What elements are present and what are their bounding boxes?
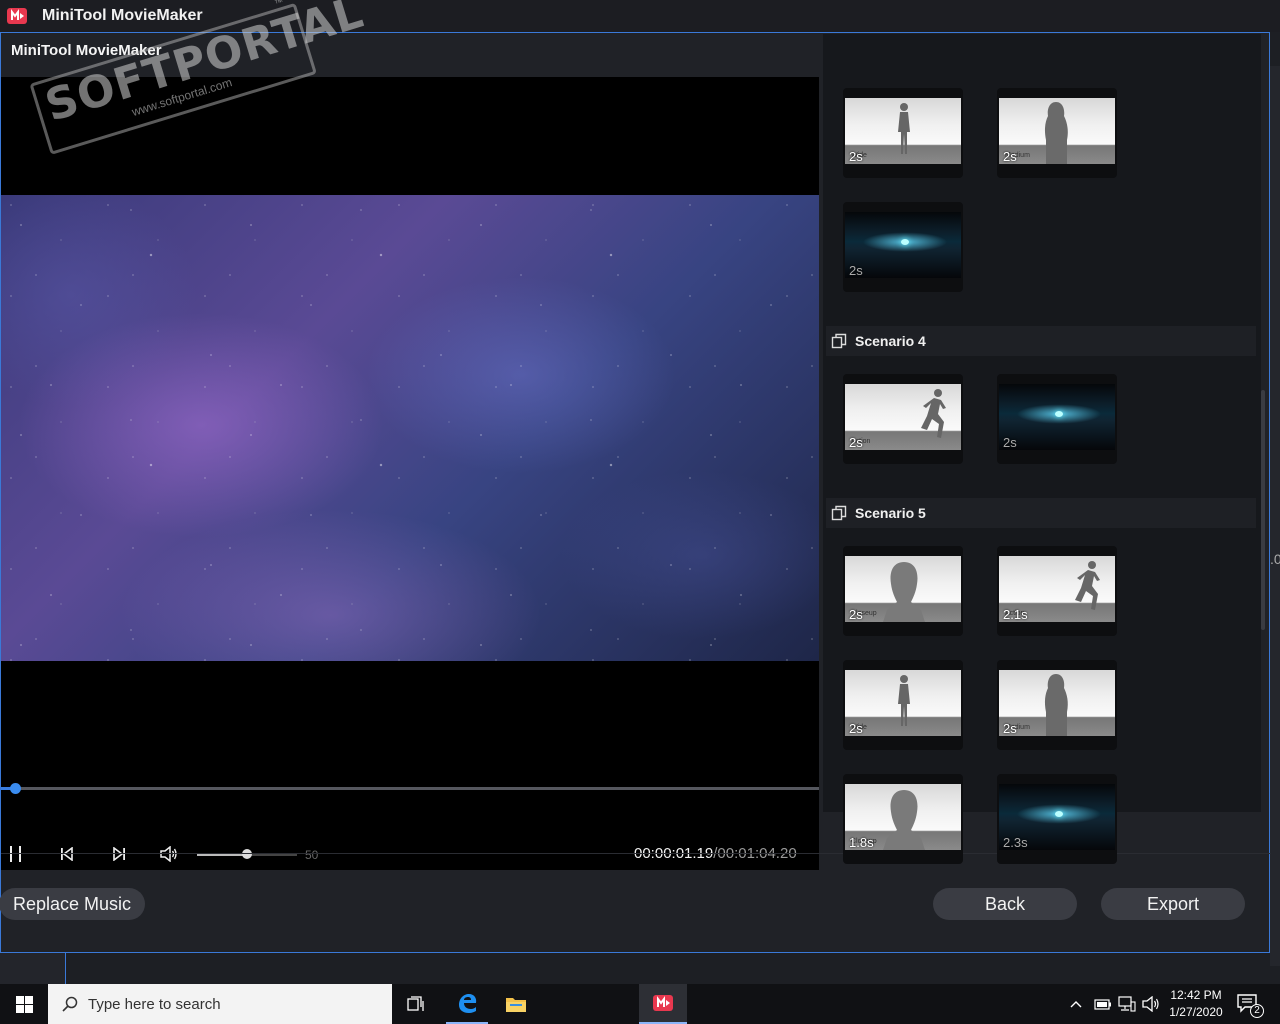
chevron-up-icon (1070, 1001, 1082, 1008)
back-button[interactable]: Back (933, 888, 1077, 920)
progress-track[interactable] (1, 787, 819, 790)
progress-handle[interactable] (9, 783, 21, 794)
thumbnail-duration: 2s (849, 607, 863, 622)
copy-icon (831, 333, 847, 349)
volume-tray-button[interactable] (1142, 984, 1162, 1024)
action-center-button[interactable]: 2 (1236, 984, 1266, 1024)
export-button[interactable]: Export (1101, 888, 1245, 920)
start-button[interactable] (0, 984, 48, 1024)
player-controls: 50 00:00:01.19/00:01:04.20 (1, 838, 819, 870)
clock-date: 1/27/2020 (1169, 1005, 1223, 1019)
background-timeline-edge (0, 953, 66, 984)
volume-slider-fill (197, 854, 247, 856)
edge-browser-icon (459, 994, 477, 1013)
scene-thumbnail[interactable]: 2s (997, 374, 1117, 464)
copy-icon (831, 505, 847, 521)
thumbnail-duration: 2s (849, 149, 863, 164)
battery-tray-button[interactable] (1094, 984, 1114, 1024)
volume-slider-handle[interactable] (242, 849, 252, 859)
windows-logo-icon (15, 995, 33, 1013)
scene-thumbnail[interactable]: Action 2.1s (997, 546, 1117, 636)
background-panel-edge (1270, 66, 1280, 966)
pause-icon (10, 846, 21, 862)
taskbar-clock[interactable]: 12:42 PM 1/27/2020 (1166, 987, 1226, 1021)
scenario-5-label: Scenario 5 (855, 505, 926, 521)
scene-thumbnail[interactable]: Action 2s (843, 374, 963, 464)
background-text-fragment: .0 (1270, 551, 1280, 567)
folder-icon (506, 998, 526, 1012)
scenario-4-label: Scenario 4 (855, 333, 926, 349)
edge-taskbar-button[interactable] (446, 984, 488, 1024)
thumbnail-duration: 2s (849, 721, 863, 736)
scene-thumbnail[interactable]: 2s (843, 202, 963, 292)
show-hidden-icons-button[interactable] (1070, 984, 1086, 1024)
next-frame-button[interactable] (107, 838, 131, 870)
pause-button[interactable] (5, 838, 27, 870)
previous-frame-icon (61, 847, 73, 861)
scene-thumbnail[interactable]: Medium 2s (997, 660, 1117, 750)
scene-thumbnail[interactable]: 2.3s (997, 774, 1117, 864)
replace-music-button[interactable]: Replace Music (0, 888, 145, 920)
panel-scrollbar[interactable] (1261, 390, 1265, 630)
thumbnail-duration: 2.3s (1003, 835, 1028, 850)
clock-time: 12:42 PM (1170, 988, 1222, 1002)
scenario-4-header: Scenario 4 (826, 326, 1256, 356)
task-view-button[interactable] (396, 984, 436, 1024)
thumbnail-duration: 2s (849, 263, 863, 278)
task-view-icon (407, 996, 424, 1011)
battery-icon (1094, 999, 1111, 1010)
thumbnail-duration: 2s (1003, 721, 1017, 736)
network-tray-button[interactable] (1118, 984, 1138, 1024)
volume-button[interactable] (157, 838, 181, 870)
thumbnail-duration: 1.8s (849, 835, 874, 850)
video-player (1, 77, 819, 838)
scene-thumbnail[interactable]: Wide 2s (843, 660, 963, 750)
network-icon (1118, 996, 1136, 1012)
notification-count-badge: 2 (1250, 1004, 1264, 1018)
thumbnail-duration: 2s (1003, 149, 1017, 164)
volume-value: 50 (305, 848, 319, 862)
moviemaker-app-icon (653, 995, 673, 1011)
thumbnail-duration: 2s (1003, 435, 1017, 450)
scene-thumbnail[interactable]: Medium 2s (997, 88, 1117, 178)
taskbar-search-box[interactable]: Type here to search (48, 984, 392, 1024)
scenario-5-header: Scenario 5 (826, 498, 1256, 528)
speaker-icon (160, 846, 177, 862)
thumbnail-duration: 2s (849, 435, 863, 450)
search-icon (62, 996, 78, 1012)
scene-thumbnail[interactable]: Wide 2s (843, 88, 963, 178)
scene-thumbnail[interactable]: Closeup 2s (843, 546, 963, 636)
search-placeholder: Type here to search (88, 995, 221, 1013)
next-frame-icon (113, 847, 125, 861)
file-explorer-button[interactable] (496, 984, 536, 1024)
video-frame (1, 195, 819, 661)
windows-taskbar: Type here to search 12:42 PM 1/27/2020 2 (0, 984, 1280, 1024)
scene-thumbnail[interactable]: Closeup 1.8s (843, 774, 963, 864)
moviemaker-taskbar-button[interactable] (639, 984, 687, 1024)
thumbnail-duration: 2.1s (1003, 607, 1028, 622)
speaker-icon (1142, 996, 1159, 1012)
previous-frame-button[interactable] (55, 838, 79, 870)
